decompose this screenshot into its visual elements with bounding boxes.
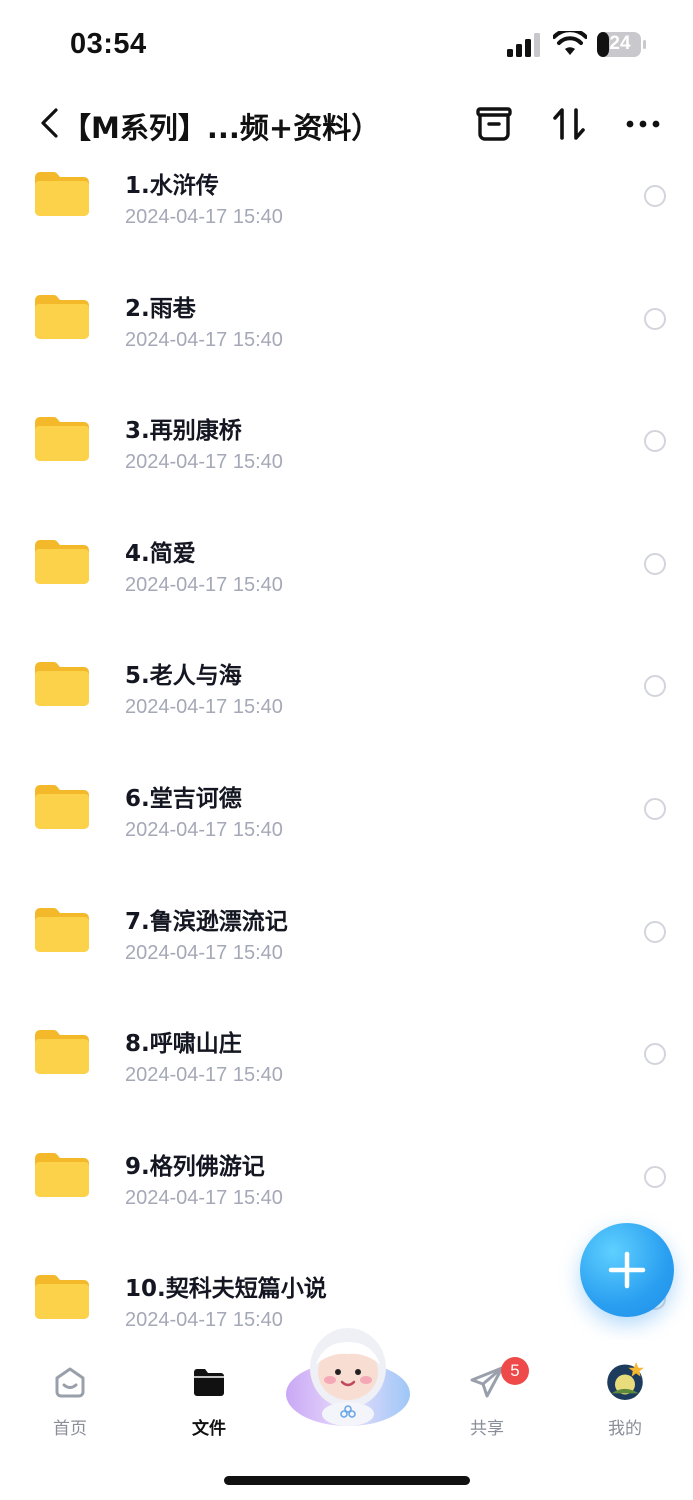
folder-name: 3.再别康桥: [125, 418, 242, 444]
archive-box-icon[interactable]: [474, 104, 514, 144]
file-row[interactable]: 2.雨巷 2024-04-17 15:40: [0, 273, 693, 395]
file-row[interactable]: 7.鲁滨逊漂流记 2024-04-17 15:40: [0, 886, 693, 1008]
folder-icon: [35, 908, 89, 952]
folder-name: 2.雨巷: [125, 296, 196, 322]
folder-date: 2024-04-17 15:40: [125, 819, 283, 841]
add-button[interactable]: [580, 1223, 674, 1317]
back-arrow-icon[interactable]: [36, 106, 64, 140]
folder-icon: [35, 1030, 89, 1074]
folder-date: 2024-04-17 15:40: [125, 696, 283, 718]
folder-icon: [35, 1153, 89, 1197]
tab-mine[interactable]: 我的: [565, 1340, 685, 1450]
folder-date: 2024-04-17 15:40: [125, 1309, 283, 1331]
status-time: 03:54: [70, 28, 147, 60]
select-radio[interactable]: [644, 1043, 666, 1065]
wifi-icon: [553, 31, 587, 55]
file-row[interactable]: 5.老人与海 2024-04-17 15:40: [0, 640, 693, 762]
tab-files-label: 文件: [192, 1419, 226, 1439]
folder-name: 5.老人与海: [125, 663, 242, 689]
tab-share[interactable]: 共享: [427, 1340, 547, 1450]
battery-level: 24: [609, 33, 631, 54]
folder-icon: [35, 417, 89, 461]
assistant-mascot-icon[interactable]: [284, 1322, 412, 1432]
folder-name: 9.格列佛游记: [125, 1154, 265, 1180]
share-notification-badge: 5: [501, 1357, 529, 1385]
folder-date: 2024-04-17 15:40: [125, 329, 283, 351]
folder-icon: [35, 1275, 89, 1319]
folder-icon: [35, 540, 89, 584]
folder-icon: [35, 785, 89, 829]
folder-icon: [35, 295, 89, 339]
plus-icon: [608, 1251, 646, 1289]
folder-date: 2024-04-17 15:40: [125, 1064, 283, 1086]
folder-date: 2024-04-17 15:40: [125, 1187, 283, 1209]
select-radio[interactable]: [644, 553, 666, 575]
select-radio[interactable]: [644, 185, 666, 207]
status-bar: 03:54 24: [0, 0, 693, 90]
select-radio[interactable]: [644, 675, 666, 697]
folder-date: 2024-04-17 15:40: [125, 206, 283, 228]
folder-name: 4.简爱: [125, 541, 196, 567]
folder-name: 8.呼啸山庄: [125, 1031, 242, 1057]
file-row[interactable]: 4.简爱 2024-04-17 15:40: [0, 518, 693, 640]
select-radio[interactable]: [644, 1166, 666, 1188]
select-radio[interactable]: [644, 308, 666, 330]
user-avatar-icon: [607, 1362, 644, 1400]
folder-filled-icon: [194, 1369, 224, 1396]
folder-name: 7.鲁滨逊漂流记: [125, 909, 288, 935]
folder-name: 6.堂吉诃德: [125, 786, 242, 812]
file-row[interactable]: 8.呼啸山庄 2024-04-17 15:40: [0, 1008, 693, 1130]
home-indicator: [224, 1476, 470, 1485]
folder-name: 1.水浒传: [125, 173, 219, 199]
tab-share-label: 共享: [470, 1419, 504, 1439]
select-radio[interactable]: [644, 921, 666, 943]
folder-title: 【M系列】...频+资料）: [62, 111, 381, 145]
folder-date: 2024-04-17 15:40: [125, 574, 283, 596]
file-row[interactable]: 3.再别康桥 2024-04-17 15:40: [0, 395, 693, 517]
home-face-icon: [55, 1367, 85, 1398]
folder-date: 2024-04-17 15:40: [125, 942, 283, 964]
tab-home[interactable]: 首页: [10, 1340, 130, 1450]
file-list: 1.水浒传 2024-04-17 15:40 2.雨巷 2024-04-17 15:4…: [0, 150, 693, 1340]
battery-indicator: 24: [597, 32, 647, 57]
file-row[interactable]: 1.水浒传 2024-04-17 15:40: [0, 150, 693, 272]
folder-icon: [35, 662, 89, 706]
send-plane-icon: [470, 1366, 504, 1398]
folder-icon: [35, 172, 89, 216]
folder-name: 10.契科夫短篇小说: [125, 1276, 327, 1302]
select-radio[interactable]: [644, 798, 666, 820]
file-row[interactable]: 9.格列佛游记 2024-04-17 15:40: [0, 1131, 693, 1253]
tab-files[interactable]: 文件: [149, 1340, 269, 1450]
tab-home-label: 首页: [53, 1419, 87, 1439]
file-row[interactable]: 6.堂吉诃德 2024-04-17 15:40: [0, 763, 693, 885]
folder-date: 2024-04-17 15:40: [125, 451, 283, 473]
tab-mine-label: 我的: [608, 1419, 642, 1439]
select-radio[interactable]: [644, 430, 666, 452]
sort-icon[interactable]: [549, 104, 589, 144]
more-options-icon[interactable]: [624, 104, 664, 144]
cellular-signal-icon: [507, 33, 540, 57]
